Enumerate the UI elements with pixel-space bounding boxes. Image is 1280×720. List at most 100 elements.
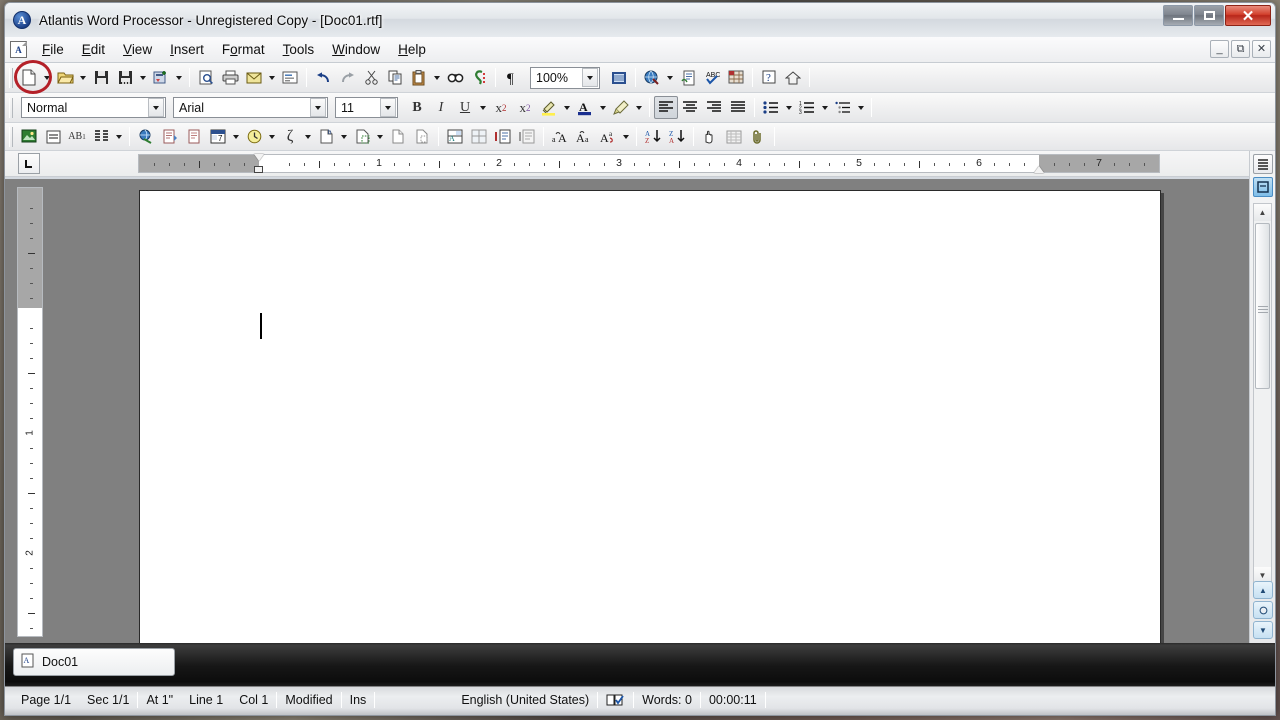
attachment-icon[interactable] [746, 125, 770, 148]
maximize-button[interactable] [1194, 5, 1224, 26]
columns-dropdown-arrow[interactable] [113, 125, 125, 148]
status-words[interactable]: Words: 0 [634, 690, 700, 710]
save-as-template-icon[interactable] [149, 66, 173, 89]
align-justify-icon[interactable] [726, 96, 750, 119]
hyperlink-icon[interactable] [134, 125, 158, 148]
vertical-scrollbar[interactable]: ▲ ▼ [1253, 203, 1272, 585]
status-position[interactable]: At 1" [138, 690, 181, 710]
formatting-toolbar-grip[interactable] [9, 97, 13, 118]
new-doc-dropdown-arrow[interactable] [338, 125, 350, 148]
next-page-button[interactable]: ▼ [1253, 621, 1273, 639]
change-case-lower-icon[interactable]: Aa [572, 125, 596, 148]
status-column[interactable]: Col 1 [231, 690, 276, 710]
font-color-icon[interactable]: A [573, 96, 597, 119]
format-painter-icon[interactable] [609, 96, 633, 119]
superscript-button[interactable]: x2 [489, 96, 513, 119]
font-size-dropdown-arrow[interactable] [380, 98, 396, 117]
superscript-ab-icon[interactable]: AB 1 [65, 125, 89, 148]
paste-dropdown-arrow[interactable] [431, 66, 443, 89]
help-question-icon[interactable]: ? [757, 66, 781, 89]
status-modified[interactable]: Modified [277, 690, 340, 710]
send-mail-icon[interactable] [242, 66, 266, 89]
select-browse-object-button[interactable] [1253, 601, 1273, 619]
align-left-icon[interactable] [654, 96, 678, 119]
symbol-icon[interactable]: ζ [278, 125, 302, 148]
new-page-icon[interactable] [182, 125, 206, 148]
clock-icon[interactable] [242, 125, 266, 148]
bullets-dropdown-arrow[interactable] [783, 96, 795, 119]
insert-footnote-icon[interactable] [676, 66, 700, 89]
table-icon[interactable] [724, 66, 748, 89]
minimize-button[interactable] [1163, 5, 1193, 26]
new-document-dropdown-arrow[interactable] [41, 66, 53, 89]
change-case-upper-icon[interactable]: aA [548, 125, 572, 148]
font-color-dropdown-arrow[interactable] [597, 96, 609, 119]
undo-icon[interactable] [311, 66, 335, 89]
bold-button[interactable]: B [405, 96, 429, 119]
spellcheck-icon[interactable] [598, 690, 633, 710]
sort-ascending-icon[interactable]: AZ [641, 125, 665, 148]
print-icon[interactable] [218, 66, 242, 89]
menu-item-format[interactable]: Format [213, 39, 274, 60]
align-right-icon[interactable] [702, 96, 726, 119]
mdi-restore-button[interactable]: ⧉ [1231, 40, 1250, 58]
status-timer[interactable]: 00:00:11 [701, 690, 765, 710]
normal-view-icon[interactable] [1252, 154, 1273, 174]
home-icon[interactable] [781, 66, 805, 89]
subscript-button[interactable]: x2 [513, 96, 537, 119]
page-border-icon[interactable] [607, 66, 631, 89]
status-language[interactable]: English (United States) [375, 690, 597, 710]
text-box-icon[interactable] [41, 125, 65, 148]
status-line[interactable]: Line 1 [181, 690, 231, 710]
save-icon[interactable] [89, 66, 113, 89]
change-case-toggle-icon[interactable]: Aa [596, 125, 620, 148]
redo-icon[interactable] [335, 66, 359, 89]
template-dropdown-arrow[interactable] [173, 66, 185, 89]
scroll-up-button[interactable]: ▲ [1254, 204, 1271, 221]
calendar-icon[interactable]: 7 [206, 125, 230, 148]
clock-dropdown-arrow[interactable] [266, 125, 278, 148]
open-dropdown-arrow[interactable] [77, 66, 89, 89]
menu-item-edit[interactable]: Edit [73, 39, 114, 60]
web-dropdown-arrow[interactable] [664, 66, 676, 89]
numbering-icon[interactable]: 123 [795, 96, 819, 119]
symbol-dropdown-arrow[interactable] [302, 125, 314, 148]
menu-item-insert[interactable]: Insert [161, 39, 213, 60]
format-painter-dropdown-arrow[interactable] [633, 96, 645, 119]
status-page[interactable]: Page 1/1 [13, 690, 79, 710]
open-folder-icon[interactable] [53, 66, 77, 89]
object-paste-icon[interactable] [491, 125, 515, 148]
right-indent-marker[interactable] [1034, 166, 1044, 173]
highlight-dropdown-arrow[interactable] [561, 96, 573, 119]
save-all-icon[interactable] [113, 66, 137, 89]
menu-item-tools[interactable]: Tools [274, 39, 324, 60]
document-page[interactable]: ALL PC World Free Apps One Click Away [139, 190, 1161, 643]
menu-item-help[interactable]: Help [389, 39, 435, 60]
change-case-dropdown-arrow[interactable] [620, 125, 632, 148]
new-doc-arrow-icon[interactable]: b [314, 125, 338, 148]
italic-button[interactable]: I [429, 96, 453, 119]
new-document-icon[interactable] [17, 66, 41, 89]
abc-check-icon[interactable]: ABC [700, 66, 724, 89]
menu-item-view[interactable]: View [114, 39, 161, 60]
menu-item-window[interactable]: Window [323, 39, 389, 60]
first-line-indent-marker[interactable] [254, 154, 264, 161]
mdi-minimize-button[interactable]: _ [1210, 40, 1229, 58]
web-icon[interactable] [640, 66, 664, 89]
align-center-icon[interactable] [678, 96, 702, 119]
toolbar-grip[interactable] [9, 67, 13, 88]
copy-icon[interactable] [383, 66, 407, 89]
calendar-dropdown-arrow[interactable] [230, 125, 242, 148]
find-icon[interactable] [443, 66, 467, 89]
menu-item-file[interactable]: File [33, 39, 73, 60]
status-section[interactable]: Sec 1/1 [79, 690, 137, 710]
paste-icon[interactable] [407, 66, 431, 89]
vertical-ruler[interactable]: 1 2 [17, 187, 43, 637]
cell-border-icon[interactable] [515, 125, 539, 148]
style-combo[interactable]: Normal [21, 97, 166, 118]
font-size-combo[interactable]: 11 [335, 97, 398, 118]
mdi-close-button[interactable]: ✕ [1252, 40, 1271, 58]
page-view-icon[interactable] [1252, 177, 1273, 197]
grid-icon[interactable] [722, 125, 746, 148]
spelling-check-icon[interactable] [467, 66, 491, 89]
